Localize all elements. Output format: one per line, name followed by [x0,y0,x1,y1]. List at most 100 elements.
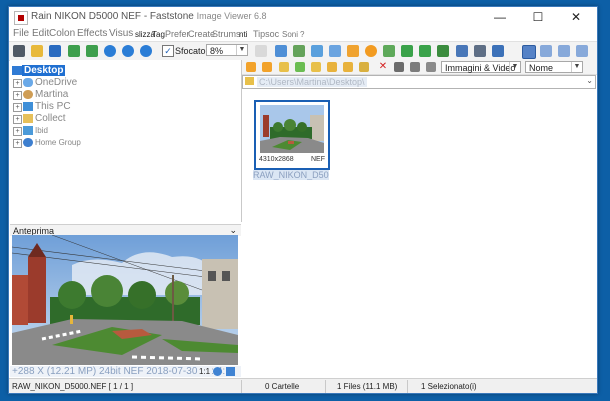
menu-create[interactable]: Create [188,29,215,39]
fit-icon[interactable] [275,45,287,57]
chevron-down-icon: ▼ [236,45,247,55]
menu-view[interactable]: Visus [109,28,133,39]
menu-sounds[interactable]: Soni [282,30,298,39]
expand-icon[interactable]: + [13,115,22,124]
folder-icon [245,77,254,85]
menu-tips[interactable]: Tipsoc [253,29,279,39]
status-divider [325,380,326,393]
blur-label: Sfocato [175,46,206,56]
resize-icon[interactable] [311,45,323,57]
app-window: Rain NIKON D5000 NEF - Faststone Image V… [8,6,598,394]
expand-icon[interactable]: + [13,91,22,100]
chevron-down-icon: ▼ [509,62,520,72]
fullscreen-icon[interactable] [576,45,588,57]
camera-icon[interactable] [13,45,25,57]
thumbnail-dimensions: 4310x2868 [259,156,294,163]
user-icon [23,90,33,99]
list-view-icon[interactable] [410,62,420,72]
person-icon[interactable] [383,45,395,57]
copy-to-icon[interactable] [327,62,337,72]
menu-help[interactable]: ? [300,30,304,39]
status-selected: 1 Selezionato(i) [421,382,477,391]
monitor-icon[interactable] [456,45,468,57]
expand-icon[interactable]: + [13,79,22,88]
preview-image [12,235,238,365]
refresh-icon[interactable] [359,62,369,72]
slideshow-icon[interactable] [86,45,98,57]
menu-color[interactable]: Colon [49,28,75,39]
save-icon[interactable] [49,45,61,57]
tree-node-label: Home Group [35,138,81,147]
blur-checkbox[interactable]: ✓ [162,45,174,57]
menu-edit[interactable]: Edit [32,28,49,39]
window-title: Rain NIKON D5000 NEF - Faststone Image V… [31,11,267,22]
new-folder-icon[interactable] [295,62,305,72]
ratio-label[interactable]: 1:1 [198,367,212,376]
tree-node-label: OneDrive [35,77,78,88]
menu-tag[interactable]: Tag [152,30,165,39]
zoom-out-icon[interactable] [122,45,134,57]
preview-info-bar: +288 X (12.21 MP) 24bit NEF 2018-07-30 1… [10,366,241,377]
homegroup-icon [23,138,33,147]
delete-icon[interactable]: ✕ [378,62,388,72]
thumbnail-photo [260,105,324,153]
forward-arrow-icon[interactable] [262,62,272,72]
hand-icon[interactable] [255,45,267,57]
filter-combo[interactable]: Immagini & Video ▼ [441,61,521,73]
folder-icon [23,114,33,123]
edit-icon[interactable] [329,45,341,57]
menu-tools[interactable]: Strums [212,29,241,39]
fit-window-icon[interactable] [226,367,235,376]
status-bar: RAW_NIKON_D5000.NEF [ 1 / 1 ] 0 Cartelle… [9,378,597,393]
thumbnail-view-icon[interactable] [394,62,404,72]
back-arrow-icon[interactable] [246,62,256,72]
layout-1-icon[interactable] [522,45,536,59]
favorites-icon[interactable] [311,62,321,72]
expand-icon[interactable]: + [13,103,22,112]
browser-toolbar: ✕ Immagini & Video ▼ Nome ▼ [242,60,597,75]
histogram-icon[interactable] [437,45,449,57]
rotate-right-icon[interactable] [419,45,431,57]
chevron-down-icon: ▼ [571,62,582,72]
expand-icon[interactable]: + [13,127,22,136]
open-folder-icon[interactable] [31,45,43,57]
layout-2-icon[interactable] [540,45,552,57]
maximize-button[interactable]: ☐ [519,7,557,27]
navigate-icon[interactable] [213,367,222,376]
library-icon [23,126,33,135]
sort-value: Nome [529,63,554,73]
crop-icon[interactable] [293,45,305,57]
tree-node-label: Martina [35,89,69,100]
menu-file[interactable]: File [13,28,29,39]
menu-accounts[interactable]: nti [239,30,247,39]
rotate-left-icon[interactable] [401,45,413,57]
zoom-in-icon[interactable] [104,45,116,57]
print-icon[interactable] [474,45,486,57]
expand-icon[interactable]: + [13,139,22,148]
path-text: C:\Users\Martina\Desktop\ [257,77,367,87]
path-bar[interactable]: C:\Users\Martina\Desktop\ ⌄ [242,75,596,89]
menu-preferences[interactable]: Prefer [165,29,190,39]
layout-3-icon[interactable] [558,45,570,57]
menu-effects[interactable]: Effects [77,28,107,39]
tree-node-label: This PC [35,101,71,112]
email-icon[interactable] [492,45,504,57]
close-button[interactable]: ✕ [557,7,595,27]
image-icon[interactable] [68,45,80,57]
sort-combo[interactable]: Nome ▼ [525,61,583,73]
thumbnail-format: NEF [311,156,325,163]
computer-icon [23,102,33,111]
chevron-down-icon[interactable]: ⌄ [586,76,593,85]
move-to-icon[interactable] [343,62,353,72]
thumbnail-item[interactable]: 4310x2868 NEF [254,100,330,170]
minimize-button[interactable]: — [481,7,519,27]
effects-icon[interactable] [365,45,377,57]
status-files: 1 Files (11.1 MB) [337,382,398,391]
details-view-icon[interactable] [426,62,436,72]
zoom-combo[interactable]: 8% ▼ [206,44,248,56]
folder-tree-pane: Desktop + OneDrive + Martina + This PC +… [10,60,242,222]
actual-size-icon[interactable] [140,45,152,57]
up-folder-icon[interactable] [279,62,289,72]
adjust-icon[interactable] [347,45,359,57]
thumbnail-filename[interactable]: RAW_NIKON_D5000... [253,170,329,180]
